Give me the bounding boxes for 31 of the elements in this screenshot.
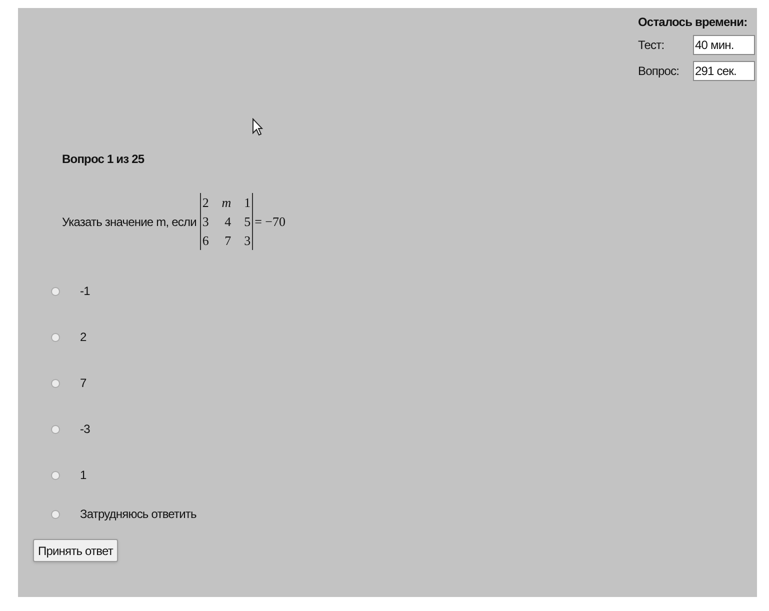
option-label: 2 <box>80 329 86 346</box>
matrix-cell-text: 7 <box>224 232 232 250</box>
question-text: Указать значение m, если <box>62 214 196 230</box>
option-label: 7 <box>80 375 86 392</box>
radio-button[interactable] <box>51 470 60 480</box>
matrix-cell-text: 6 <box>202 232 210 250</box>
timer-field[interactable]: 40 мин. <box>693 35 755 55</box>
question-counter: Вопрос 1 из 25 <box>62 151 146 168</box>
matrix-cell-text: m <box>222 194 232 212</box>
matrix-cell-text: 2 <box>202 194 210 212</box>
matrix-cell-text: 3 <box>243 232 251 250</box>
radio-button[interactable] <box>51 378 60 388</box>
radio-button[interactable] <box>51 332 60 342</box>
timer-label: Вопрос: <box>638 63 680 80</box>
timer-label: Тест: <box>638 37 666 54</box>
submit-button[interactable]: Принять ответ <box>33 539 118 562</box>
matrix-cell-text: 1 <box>243 194 251 212</box>
matrix-cell-text: 4 <box>224 213 232 231</box>
radio-button[interactable] <box>51 286 60 296</box>
timer-title: Осталось времени: <box>638 14 748 31</box>
option-label: Затрудняюсь ответить <box>80 506 196 523</box>
matrix-cell-text: 5 <box>243 213 251 231</box>
cursor-icon <box>252 118 263 136</box>
radio-button[interactable] <box>51 510 60 518</box>
option-label: -1 <box>80 283 90 300</box>
option-label: 1 <box>80 467 86 484</box>
radio-button[interactable] <box>51 424 60 434</box>
matrix-cell-text: 3 <box>202 213 210 231</box>
timer-field[interactable]: 291 сек. <box>693 61 755 81</box>
option-label: -3 <box>80 421 90 438</box>
equation-result: = −70 <box>254 212 286 231</box>
